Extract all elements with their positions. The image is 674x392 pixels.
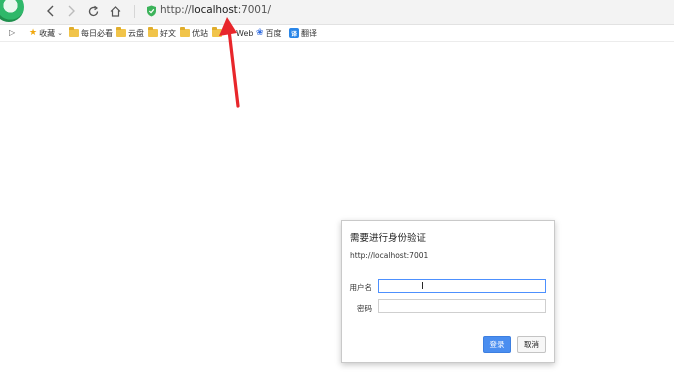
url-prefix: http:// [160,4,192,16]
folder-icon [180,27,190,37]
password-field[interactable] [378,299,546,313]
home-button[interactable] [106,2,124,20]
bookmark-label: 每日必看 [81,28,113,38]
bookmark-baidu[interactable]: ❀ 百度 [256,26,282,40]
reload-icon [88,5,98,16]
bookmark-label: 云盘 [128,28,144,38]
bookmark-translate[interactable]: 译 翻译 [289,26,317,40]
folder-icon [148,27,158,37]
bookmarks-bar: ▷ ★ 收藏 ⌄ 每日必看 云盘 好文 优站 Web ❀ 百度 译 翻译 [0,25,674,42]
address-bar[interactable]: http://localhost:7001/ [160,4,271,16]
bookmark-label: 翻译 [301,28,317,38]
forward-arrow-icon [68,5,75,17]
baidu-paw-icon: ❀ [256,27,264,38]
security-shield-icon [147,5,156,17]
bookmark-label: 好文 [160,28,176,38]
bookmark-favorites[interactable]: ★ 收藏 ⌄ [29,26,63,40]
star-icon: ★ [29,27,38,38]
bookmark-folder[interactable]: 优站 [180,26,208,40]
back-button[interactable] [42,2,60,20]
auth-dialog: 需要进行身份验证 http://localhost:7001 用户名 I 密码 … [341,220,555,363]
bookmark-folder[interactable]: Web [212,26,253,40]
annotation-arrow [219,17,240,108]
sidebar-toggle-icon[interactable]: ▷ [9,28,15,37]
address-separator [134,5,135,18]
home-icon [110,5,120,17]
bookmark-label: 百度 [265,28,282,38]
dialog-host: http://localhost:7001 [350,251,429,260]
username-label: 用户名 [349,283,373,292]
url-suffix: :7001/ [237,4,271,16]
browser-logo-icon [0,0,24,22]
username-field[interactable]: I [378,279,546,293]
bookmark-folder[interactable]: 好文 [148,26,176,40]
bookmark-folder[interactable]: 云盘 [116,26,144,40]
login-button[interactable]: 登录 [483,336,511,353]
password-label: 密码 [357,304,372,313]
back-arrow-icon [47,5,54,17]
text-cursor-icon: I [421,281,424,292]
bookmark-label: 优站 [192,28,208,38]
cancel-button[interactable]: 取消 [517,336,546,353]
browser-toolbar: http://localhost:7001/ [0,0,674,25]
bookmark-label: 收藏 [39,28,56,38]
bookmark-folder[interactable]: 每日必看 [69,26,113,40]
url-host: localhost [191,4,238,16]
forward-button[interactable] [62,2,80,20]
folder-icon [116,27,126,37]
folder-icon [69,27,79,37]
translate-icon: 译 [289,28,299,38]
folder-icon [212,27,222,37]
bookmark-label: Web [236,28,254,38]
chevron-down-icon: ⌄ [57,29,63,37]
dialog-title: 需要进行身份验证 [350,233,427,244]
reload-button[interactable] [84,2,102,20]
